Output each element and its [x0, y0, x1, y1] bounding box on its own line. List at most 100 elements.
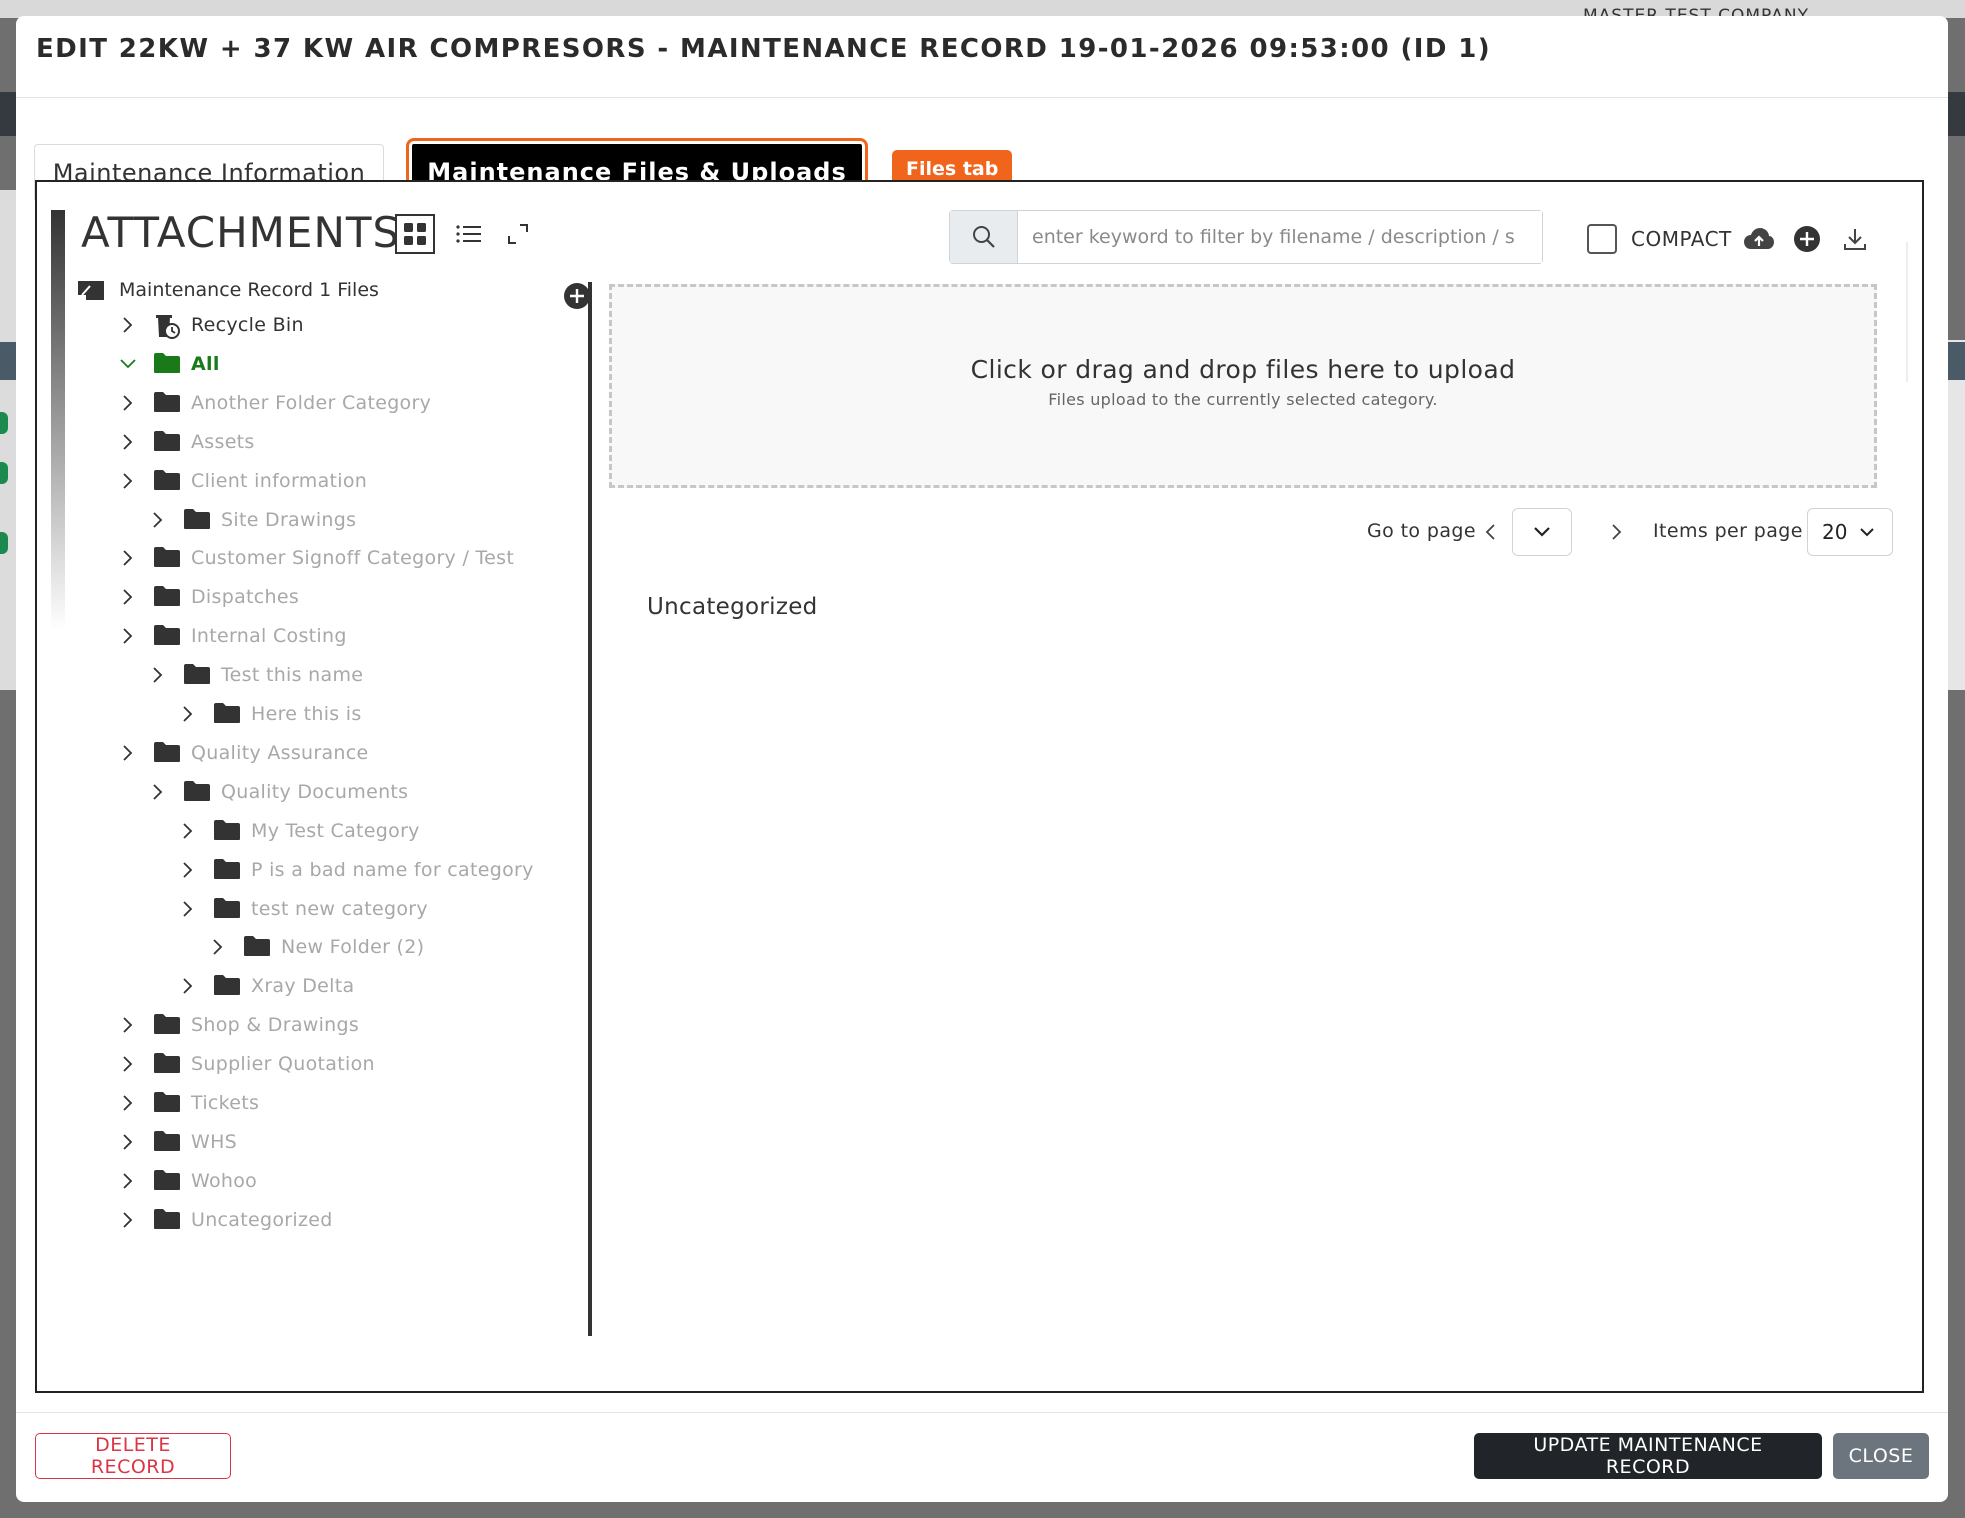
folder-icon [213, 858, 241, 882]
chevron-right-icon[interactable] [119, 1055, 137, 1073]
modal-header: EDIT 22KW + 37 KW AIR COMPRESORS - MAINT… [16, 16, 1948, 98]
delete-record-button[interactable]: DELETE RECORD [35, 1433, 231, 1479]
background-navbar-left [0, 92, 16, 136]
items-per-page-select[interactable]: 20 [1807, 508, 1893, 556]
update-record-button[interactable]: UPDATE MAINTENANCE RECORD [1474, 1433, 1822, 1479]
tree-node-folder[interactable]: Another Folder Category [119, 388, 431, 418]
tree-node-folder[interactable]: Quality Documents [149, 777, 408, 807]
tree-node-folder[interactable]: Client information [119, 466, 367, 496]
chevron-right-icon[interactable] [119, 627, 137, 645]
chevron-right-icon[interactable] [119, 1016, 137, 1034]
chevron-right-icon[interactable] [179, 900, 197, 918]
tree-node-folder[interactable]: Customer Signoff Category / Test [119, 543, 514, 573]
folder-icon [213, 897, 241, 921]
tree-node-folder[interactable]: My Test Category [179, 816, 420, 846]
chevron-right-icon[interactable] [149, 666, 167, 684]
modal-footer: DELETE RECORD UPDATE MAINTENANCE RECORD … [16, 1412, 1948, 1502]
list-view-icon[interactable] [449, 214, 489, 254]
tree-node-folder[interactable]: Dispatches [119, 582, 299, 612]
chevron-right-icon[interactable] [149, 511, 167, 529]
tree-node-folder[interactable]: Assets [119, 427, 255, 457]
grid-view-icon[interactable] [395, 214, 435, 254]
chevron-right-icon[interactable] [119, 1133, 137, 1151]
background-status-pill [0, 412, 8, 434]
dropzone-main-text: Click or drag and drop files here to upl… [970, 355, 1516, 384]
tree-node-folder[interactable]: Quality Assurance [119, 738, 369, 768]
tree-node-folder[interactable]: Here this is [179, 699, 362, 729]
tree-node-folder[interactable]: New Folder (2) [209, 932, 424, 962]
tree-node-folder[interactable]: Tickets [119, 1088, 259, 1118]
upload-dropzone[interactable]: Click or drag and drop files here to upl… [609, 284, 1877, 488]
close-button[interactable]: CLOSE [1833, 1433, 1929, 1479]
chevron-right-icon[interactable] [119, 316, 137, 334]
chevron-down-icon[interactable] [119, 355, 137, 373]
tree-node-folder[interactable]: Supplier Quotation [119, 1049, 375, 1079]
tree-node-folder[interactable]: WHS [119, 1127, 237, 1157]
chevron-right-icon[interactable] [179, 977, 197, 995]
download-icon[interactable] [1838, 222, 1872, 256]
chevron-right-icon[interactable] [119, 394, 137, 412]
compact-checkbox[interactable] [1587, 224, 1617, 254]
modal-title: EDIT 22KW + 37 KW AIR COMPRESORS - MAINT… [36, 34, 1492, 64]
tree-node-label: test new category [251, 898, 428, 920]
add-circle-icon[interactable] [1790, 222, 1824, 256]
tree-node-folder[interactable]: Uncategorized [119, 1205, 333, 1235]
tree-node-folder[interactable]: Shop & Drawings [119, 1010, 359, 1040]
compact-label: COMPACT [1631, 227, 1732, 251]
tree-node-label: Shop & Drawings [191, 1014, 360, 1036]
background-status-pill [0, 462, 8, 484]
chevron-right-icon[interactable] [119, 1094, 137, 1112]
dropzone-sub-text: Files upload to the currently selected c… [1048, 390, 1438, 409]
tree-node-label: Xray Delta [251, 975, 355, 997]
chevron-right-icon[interactable] [119, 1211, 137, 1229]
tree-root-label: Maintenance Record 1 Files [119, 279, 379, 301]
tree-node-label: Client information [191, 470, 368, 492]
cloud-upload-icon[interactable] [1742, 222, 1776, 256]
chevron-right-icon[interactable] [179, 861, 197, 879]
compact-toggle[interactable]: COMPACT [1587, 224, 1732, 254]
folder-icon [153, 430, 181, 454]
tree-node-folder[interactable]: Internal Costing [119, 621, 347, 651]
folder-icon [153, 1091, 181, 1115]
folder-icon [153, 469, 181, 493]
search-icon[interactable] [950, 211, 1018, 263]
tree-node-label: My Test Category [251, 820, 420, 842]
folder-icon [153, 1130, 181, 1154]
search-input[interactable] [1018, 211, 1542, 263]
tree-node-label: Site Drawings [221, 509, 357, 531]
tree-node-label: Assets [191, 431, 255, 453]
tree-node-label: Dispatches [191, 586, 300, 608]
chevron-right-icon[interactable] [179, 822, 197, 840]
expand-icon[interactable] [498, 214, 538, 254]
tree-node-folder[interactable]: P is a bad name for category [179, 855, 534, 885]
folder-icon [153, 1052, 181, 1076]
tree-root[interactable]: Maintenance Record 1 Files [77, 278, 379, 302]
chevron-right-icon[interactable] [179, 705, 197, 723]
tree-node-label: P is a bad name for category [251, 859, 534, 881]
tree-node-folder[interactable]: Wohoo [119, 1166, 257, 1196]
prev-page-icon[interactable] [1480, 522, 1500, 542]
pane-splitter[interactable] [588, 282, 592, 1336]
tree-node-folder[interactable]: Test this name [149, 660, 363, 690]
chevron-right-icon[interactable] [119, 472, 137, 490]
chevron-right-icon[interactable] [119, 433, 137, 451]
add-folder-icon[interactable] [563, 282, 591, 314]
tree-node-folder[interactable]: Site Drawings [149, 505, 356, 535]
page-select[interactable] [1512, 508, 1572, 556]
tree-node-recycle-bin[interactable]: Recycle Bin [119, 310, 304, 340]
folder-icon [153, 546, 181, 570]
tree-node-label: WHS [191, 1131, 238, 1153]
tree-node-all[interactable]: All [119, 349, 220, 379]
next-page-icon[interactable] [1607, 522, 1627, 542]
chevron-right-icon[interactable] [149, 783, 167, 801]
chevron-right-icon[interactable] [119, 549, 137, 567]
folder-edit-icon [78, 281, 104, 300]
chevron-right-icon[interactable] [119, 744, 137, 762]
chevron-right-icon[interactable] [119, 588, 137, 606]
chevron-right-icon[interactable] [119, 1172, 137, 1190]
tree-node-folder[interactable]: test new category [179, 894, 428, 924]
tree-node-folder[interactable]: Xray Delta [179, 971, 354, 1001]
folder-icon [243, 935, 271, 959]
attachments-panel: ATTACHMENTS COMPACT [35, 180, 1924, 1393]
chevron-right-icon[interactable] [209, 938, 227, 956]
